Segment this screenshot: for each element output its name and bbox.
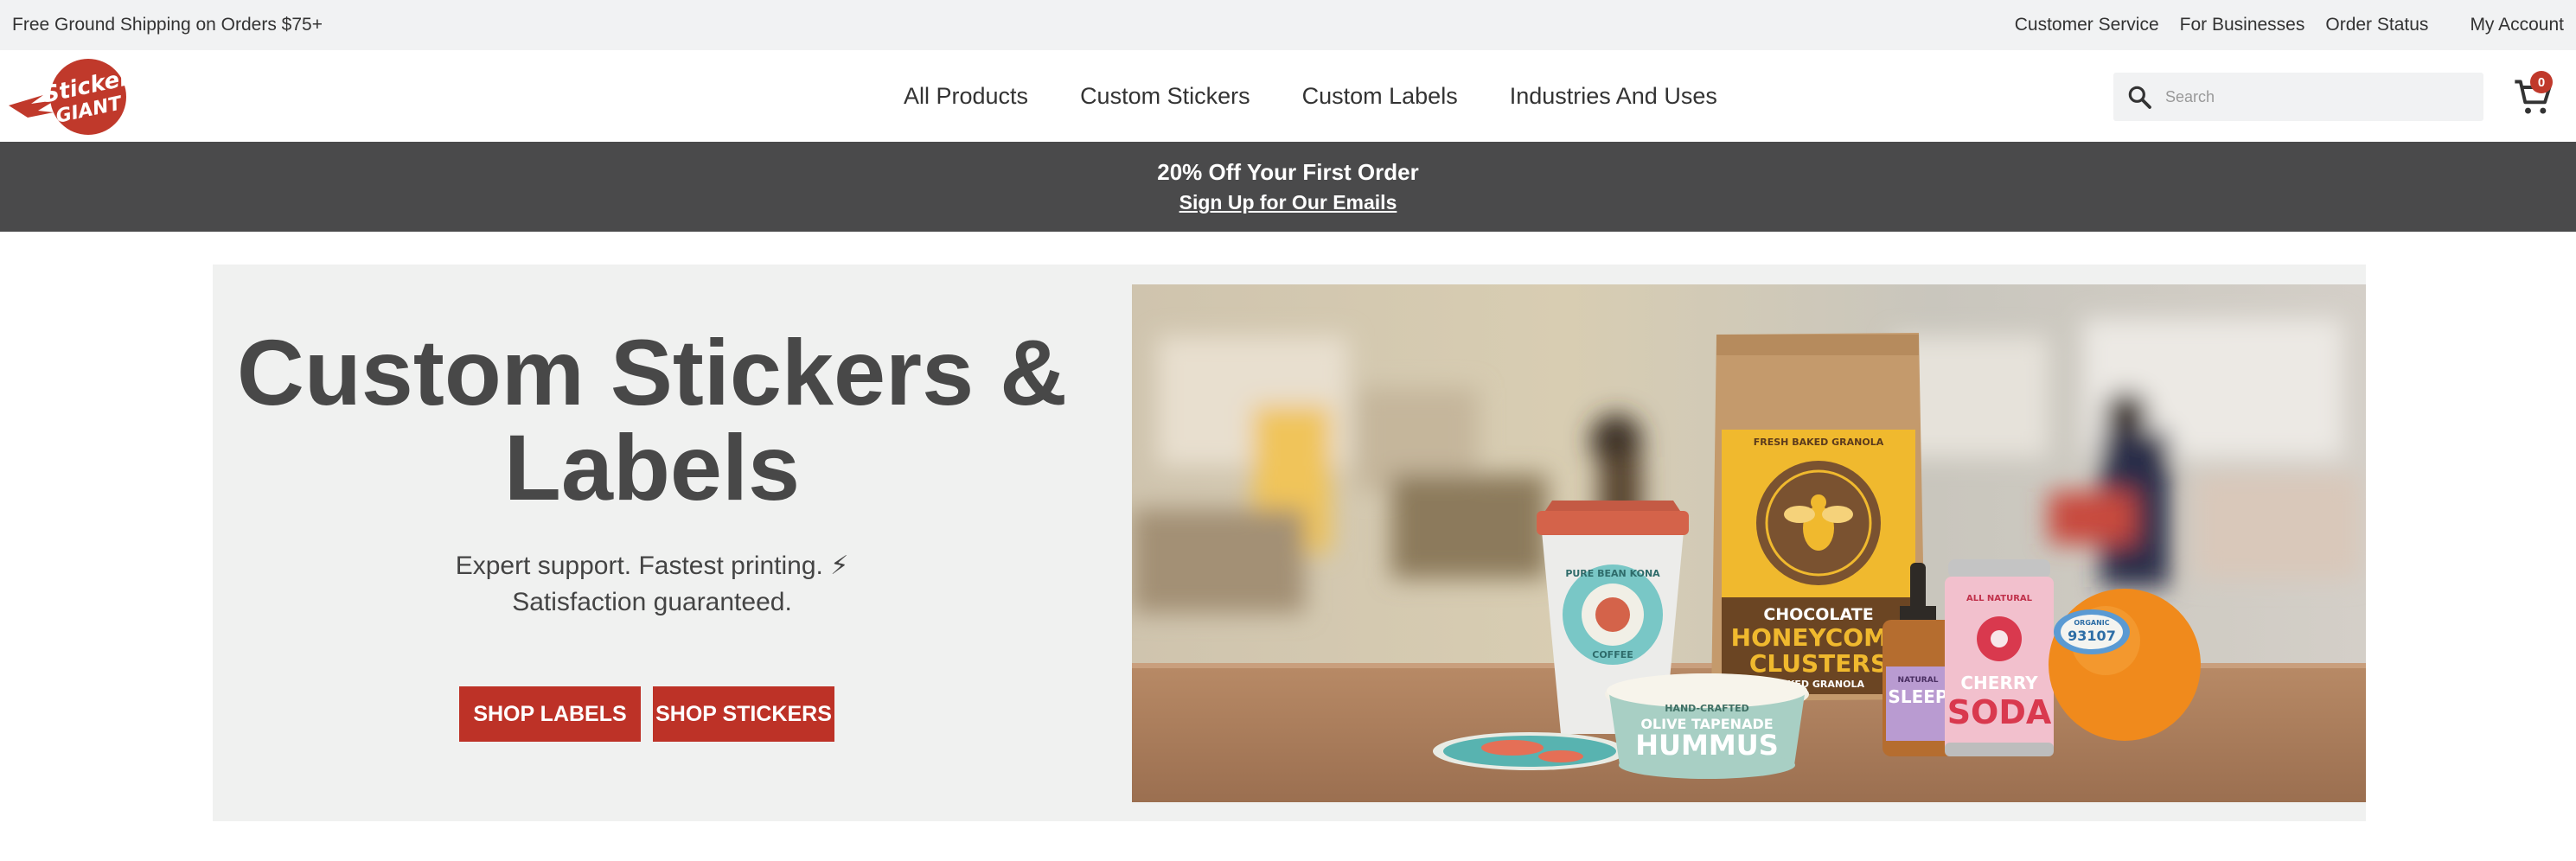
shop-labels-button[interactable]: SHOP LABELS bbox=[459, 686, 641, 742]
hero-section: Custom Stickers & Labels Expert support.… bbox=[213, 265, 2366, 821]
hero-subtitle-line1: Expert support. Fastest printing. ⚡ bbox=[455, 552, 849, 580]
svg-text:93107: 93107 bbox=[2068, 628, 2116, 644]
utility-bar: Free Ground Shipping on Orders $75+ Cust… bbox=[0, 0, 2576, 50]
nav-all-products[interactable]: All Products bbox=[904, 83, 1028, 110]
customer-service-link[interactable]: Customer Service bbox=[2015, 15, 2159, 35]
utility-links: Customer Service For Businesses Order St… bbox=[1994, 15, 2564, 35]
cart-count-badge: 0 bbox=[2530, 71, 2553, 93]
hero-subtitle-line2: Satisfaction guaranteed. bbox=[512, 588, 792, 616]
cherry-soda-product: ALL NATURAL CHERRY SODA bbox=[1945, 559, 2054, 756]
svg-text:NATURAL: NATURAL bbox=[1898, 676, 1939, 685]
hero-title-line1: Custom Stickers & bbox=[236, 320, 1068, 424]
hero-subtitle: Expert support. Fastest printing. ⚡ Sati… bbox=[213, 548, 1091, 621]
orange-product: ORGANIC 93107 bbox=[2049, 589, 2201, 741]
svg-text:HUMMUS: HUMMUS bbox=[1635, 729, 1778, 762]
svg-text:SODA: SODA bbox=[1947, 693, 2052, 731]
shipping-promo: Free Ground Shipping on Orders $75+ bbox=[12, 15, 323, 35]
email-signup-link[interactable]: Sign Up for Our Emails bbox=[1179, 191, 1397, 214]
for-businesses-link[interactable]: For Businesses bbox=[2180, 15, 2305, 35]
search-icon[interactable] bbox=[2125, 83, 2153, 111]
hero-title-line2: Labels bbox=[503, 415, 801, 520]
hero-product-image: FRESH BAKED GRANOLA CHOCOLATE HONEYCOMB … bbox=[1132, 284, 2366, 802]
stickergiant-logo[interactable]: Sticker GIANT bbox=[5, 57, 135, 137]
hero-title: Custom Stickers & Labels bbox=[213, 325, 1091, 515]
hummus-tub-product: HAND-CRAFTED OLIVE TAPENADE HUMMUS bbox=[1605, 673, 1809, 779]
svg-text:PURE BEAN KONA: PURE BEAN KONA bbox=[1565, 568, 1660, 579]
svg-text:HAND-CRAFTED: HAND-CRAFTED bbox=[1665, 703, 1749, 714]
search-box bbox=[2113, 73, 2483, 121]
svg-text:FRESH BAKED GRANOLA: FRESH BAKED GRANOLA bbox=[1754, 437, 1884, 448]
nav-custom-stickers[interactable]: Custom Stickers bbox=[1080, 83, 1250, 110]
svg-text:CHOCOLATE: CHOCOLATE bbox=[1763, 605, 1873, 624]
svg-text:SLEEP: SLEEP bbox=[1888, 686, 1947, 707]
main-nav: All Products Custom Stickers Custom Labe… bbox=[904, 50, 1769, 142]
nav-industries-and-uses[interactable]: Industries And Uses bbox=[1510, 83, 1717, 110]
site-header: Sticker GIANT All Products Custom Sticke… bbox=[0, 50, 2576, 142]
svg-text:ALL NATURAL: ALL NATURAL bbox=[1966, 594, 2033, 603]
svg-text:ORGANIC: ORGANIC bbox=[2074, 619, 2109, 627]
banner-headline: 20% Off Your First Order bbox=[1157, 159, 1419, 185]
my-account-link[interactable]: My Account bbox=[2470, 15, 2564, 35]
svg-text:HONEYCOMB: HONEYCOMB bbox=[1731, 623, 1907, 652]
shop-stickers-button[interactable]: SHOP STICKERS bbox=[653, 686, 834, 742]
email-promo-banner: 20% Off Your First Order Sign Up for Our… bbox=[0, 142, 2576, 232]
svg-text:CHERRY: CHERRY bbox=[1960, 673, 2038, 693]
svg-text:CLUSTERS: CLUSTERS bbox=[1749, 649, 1888, 678]
nav-custom-labels[interactable]: Custom Labels bbox=[1302, 83, 1458, 110]
svg-text:COFFEE: COFFEE bbox=[1592, 649, 1633, 660]
order-status-link[interactable]: Order Status bbox=[2325, 15, 2428, 35]
search-input[interactable] bbox=[2165, 87, 2459, 106]
